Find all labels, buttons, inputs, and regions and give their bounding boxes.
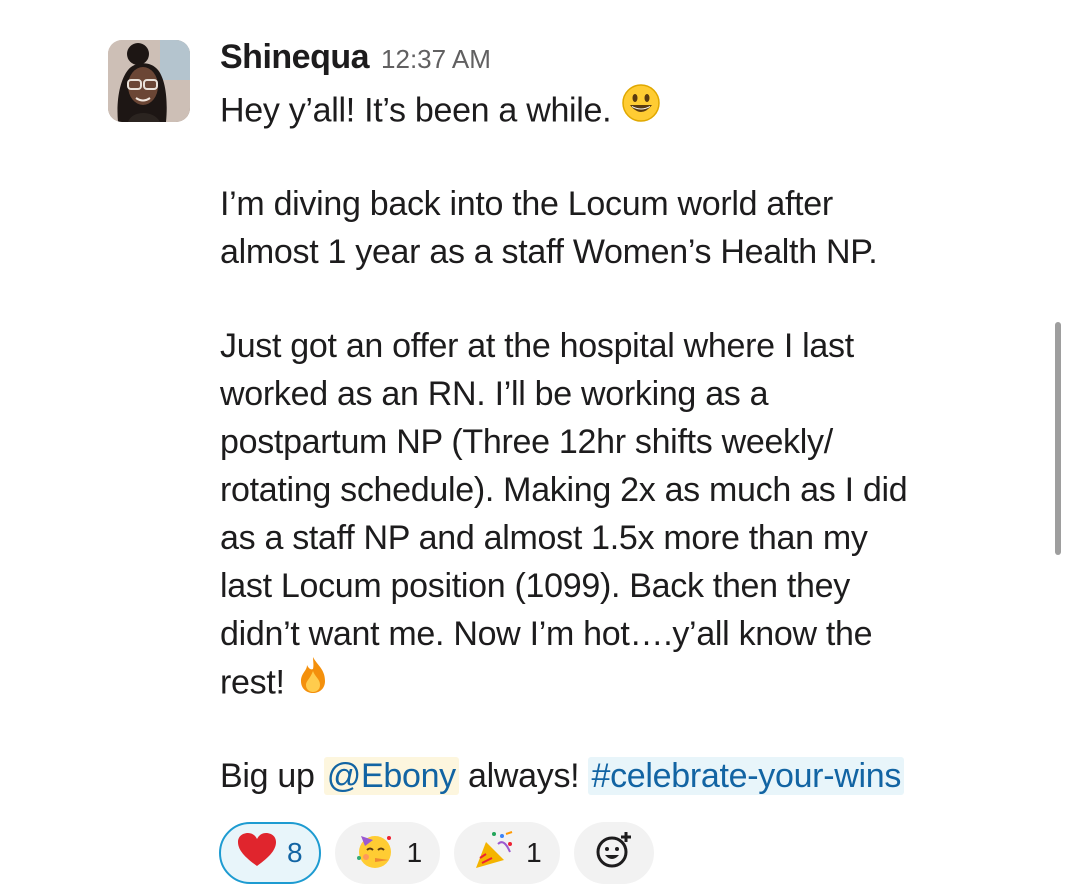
user-mention[interactable]: @Ebony	[323, 757, 459, 795]
message-text: rotating schedule). Making 2x as much as…	[220, 471, 908, 509]
message-text: as a staff NP and almost 1.5x more than …	[220, 519, 868, 557]
message-text: Hey y’all! It’s been a while.	[220, 91, 612, 130]
message-line: worked as an RN. I’ll be working as a	[220, 370, 1040, 418]
reactions-bar: 8 1 1	[219, 822, 654, 890]
message-text: worked as an RN. I’ll be working as a	[220, 375, 769, 413]
message: Shinequa 12:37 AM Hey y’all! It’s been a…	[220, 38, 1040, 800]
message-line: as a staff NP and almost 1.5x more than …	[220, 514, 1040, 562]
message-text: always!	[458, 757, 589, 795]
party-popper-icon	[472, 830, 516, 877]
message-text: postpartum NP (Three 12hr shifts weekly/	[220, 423, 833, 461]
heart-icon	[237, 832, 277, 875]
reaction-party-popper[interactable]: 1	[454, 822, 560, 884]
timestamp[interactable]: 12:37 AM	[381, 44, 491, 75]
message-line: Big up @Ebony always! #celebrate-your-wi…	[220, 752, 1040, 800]
scrollbar[interactable]	[1055, 322, 1061, 555]
partying-face-icon	[353, 830, 397, 877]
add-reaction-button[interactable]	[573, 822, 654, 884]
message-line: postpartum NP (Three 12hr shifts weekly/	[220, 418, 1040, 466]
message-text: rest!	[220, 663, 285, 702]
message-line: rotating schedule). Making 2x as much as…	[220, 466, 1040, 514]
add-reaction-icon	[594, 830, 634, 877]
message-text: I’m diving back into the Locum world aft…	[220, 185, 833, 223]
message-line: last Locum position (1099). Back then th…	[220, 562, 1040, 610]
avatar[interactable]	[108, 40, 190, 122]
message-line: rest!	[220, 655, 1040, 708]
message-text: didn’t want me. Now I’m hot….y’all know …	[220, 615, 873, 653]
sender-name[interactable]: Shinequa	[220, 38, 370, 77]
message-line: I’m diving back into the Locum world aft…	[220, 180, 1040, 228]
reaction-count: 8	[287, 837, 303, 868]
message-line: didn’t want me. Now I’m hot….y’all know …	[220, 610, 1040, 658]
message-line: almost 1 year as a staff Women’s Health …	[220, 228, 1040, 276]
message-line: Hey y’all! It’s been a while.	[220, 83, 1040, 136]
message-line: Just got an offer at the hospital where …	[220, 322, 1040, 370]
reaction-count: 1	[406, 837, 423, 868]
channel-link[interactable]: #celebrate-your-wins	[588, 757, 905, 795]
fire-icon	[295, 655, 331, 708]
message-text: almost 1 year as a staff Women’s Health …	[220, 233, 878, 271]
message-text: last Locum position (1099). Back then th…	[220, 567, 850, 605]
reaction-partying-face[interactable]: 1	[334, 822, 441, 884]
message-text: Just got an offer at the hospital where …	[220, 327, 854, 365]
reaction-heart[interactable]: 8	[219, 822, 321, 884]
reaction-count: 1	[526, 837, 542, 868]
message-text: Big up	[220, 757, 324, 795]
message-header: Shinequa 12:37 AM	[220, 38, 1040, 86]
smiley-icon	[621, 83, 661, 136]
